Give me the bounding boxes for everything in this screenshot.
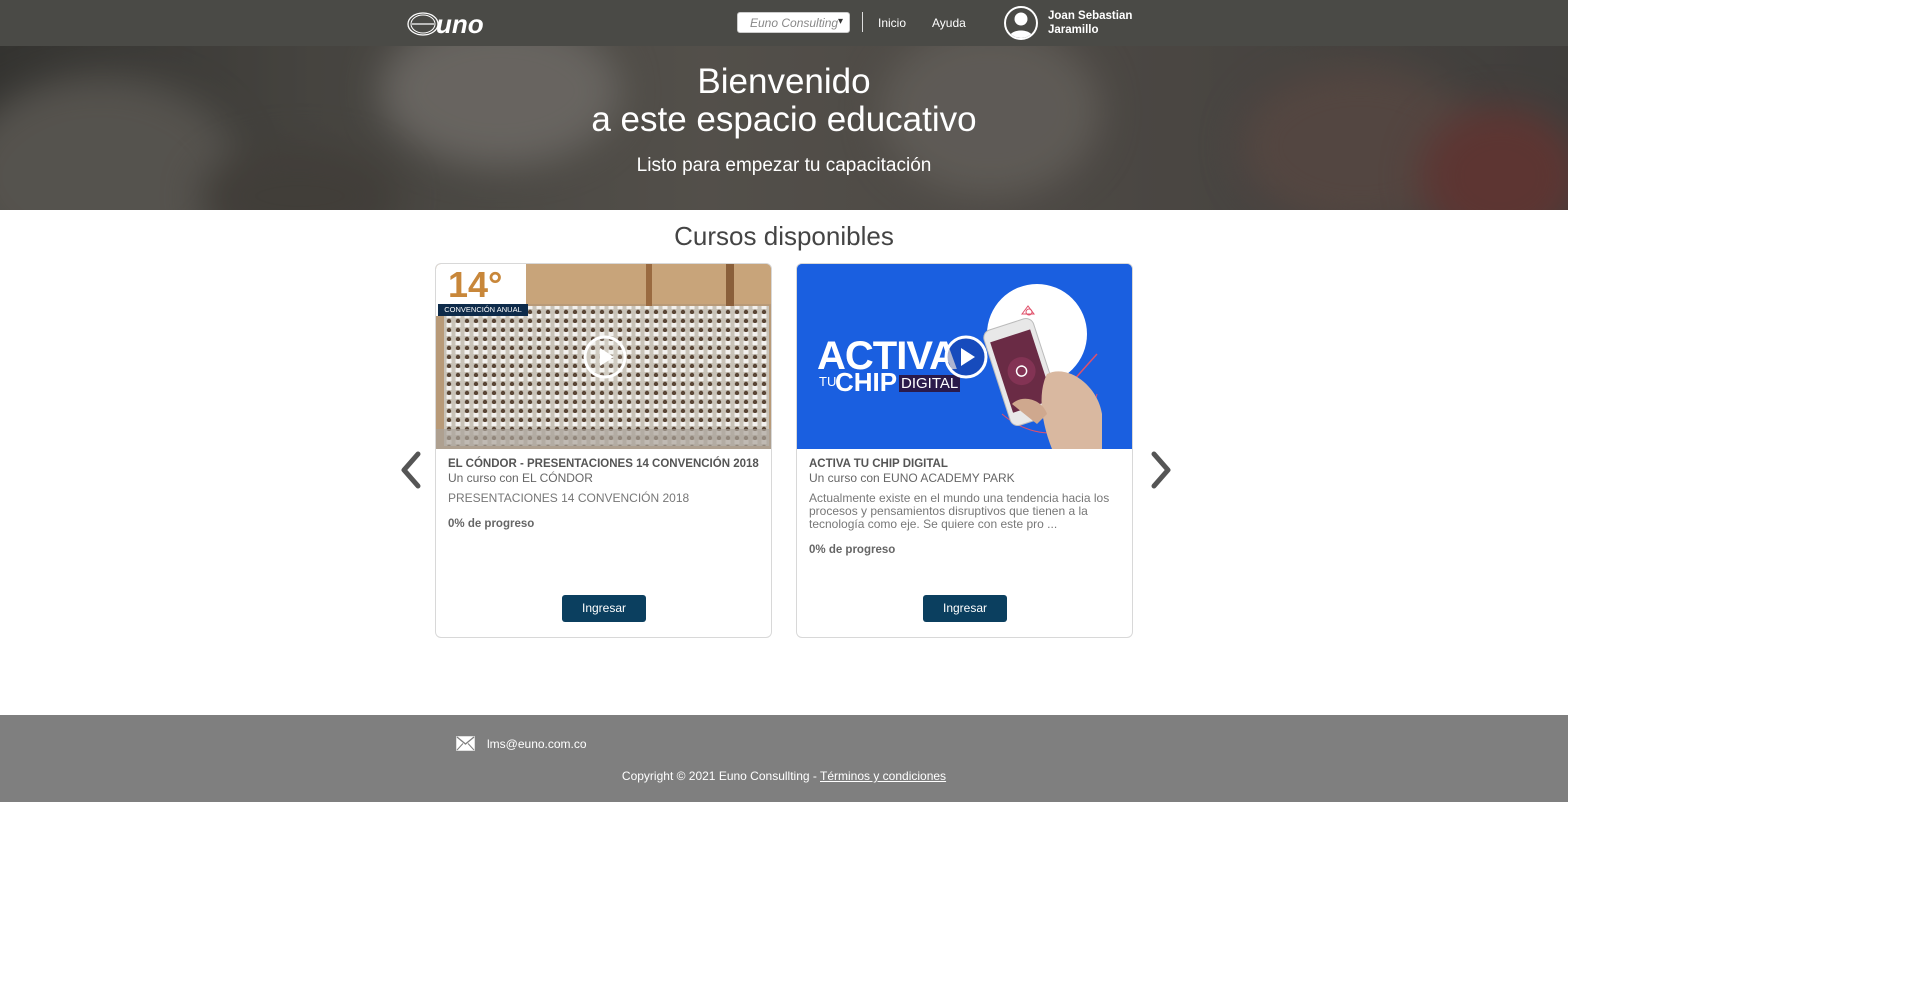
courses-section-title: Cursos disponibles bbox=[674, 221, 894, 251]
svg-text:uno: uno bbox=[436, 9, 484, 39]
euno-logo[interactable]: uno bbox=[406, 5, 498, 39]
convention-badge-number: 14° bbox=[448, 264, 503, 305]
play-icon[interactable] bbox=[943, 334, 989, 380]
play-icon[interactable] bbox=[582, 334, 628, 380]
nav-divider bbox=[862, 12, 863, 32]
footer: lms@euno.com.co Copyright © 2021 Euno Co… bbox=[0, 715, 1568, 802]
chevron-left-icon[interactable] bbox=[396, 450, 426, 490]
course-title: EL CÓNDOR - PRESENTACIONES 14 CONVENCIÓN… bbox=[448, 458, 759, 470]
convention-badge-caption: CONVENCIÓN ANUAL bbox=[438, 304, 528, 316]
mail-icon bbox=[456, 736, 475, 751]
course-title: ACTIVA TU CHIP DIGITAL bbox=[809, 458, 948, 470]
organization-select-value: Euno Consulting bbox=[750, 16, 839, 30]
course-description: PRESENTACIONES 14 CONVENCIÓN 2018 bbox=[448, 491, 690, 505]
ingresar-button[interactable]: Ingresar bbox=[923, 595, 1007, 622]
banner-chip: CHIP bbox=[835, 367, 898, 397]
course-thumbnail[interactable]: 14° CONVENCIÓN ANUAL bbox=[436, 264, 771, 449]
course-author: Un curso con EUNO ACADEMY PARK bbox=[809, 471, 1015, 485]
copyright-text: Copyright © 2021 Euno Consullting - bbox=[621, 769, 820, 783]
top-navbar: uno Euno Consulting ▾ Inicio Ayuda Joan … bbox=[0, 0, 1568, 46]
hero-banner: Bienvenido a este espacio educativo List… bbox=[0, 46, 1568, 210]
course-card[interactable]: ACTIVA TU CHIP DIGITAL ACTIVA TU CHIP DI… bbox=[796, 263, 1133, 638]
chevron-down-icon: ▾ bbox=[837, 16, 843, 27]
user-avatar-icon[interactable] bbox=[1004, 6, 1038, 40]
hero-title-line1: Bienvenido bbox=[697, 62, 871, 101]
contact-email[interactable]: lms@euno.com.co bbox=[487, 737, 587, 751]
course-progress: 0% de progreso bbox=[448, 518, 535, 530]
banner-tu: TU bbox=[819, 374, 837, 389]
ingresar-button[interactable]: Ingresar bbox=[562, 595, 646, 622]
chevron-right-icon[interactable] bbox=[1146, 450, 1176, 490]
course-description: Actualmente existe en el mundo una tende… bbox=[809, 491, 1110, 531]
nav-ayuda-link[interactable]: Ayuda bbox=[932, 16, 966, 30]
course-card[interactable]: 14° CONVENCIÓN ANUAL EL CÓNDOR - PRESENT… bbox=[435, 263, 772, 638]
organization-select[interactable]: Euno Consulting ▾ bbox=[737, 12, 850, 33]
course-thumbnail[interactable]: ACTIVA TU CHIP DIGITAL bbox=[797, 264, 1132, 449]
user-name[interactable]: Joan Sebastian Jaramillo bbox=[1048, 9, 1158, 37]
hero-title-line2: a este espacio educativo bbox=[591, 100, 977, 139]
nav-inicio-link[interactable]: Inicio bbox=[878, 16, 906, 30]
course-progress: 0% de progreso bbox=[809, 544, 896, 556]
copyright: Copyright © 2021 Euno Consullting - Térm… bbox=[0, 769, 1568, 783]
terms-link[interactable]: Términos y condiciones bbox=[820, 769, 946, 783]
hero-subtitle: Listo para empezar tu capacitación bbox=[636, 155, 932, 176]
course-author: Un curso con EL CÓNDOR bbox=[448, 471, 593, 485]
